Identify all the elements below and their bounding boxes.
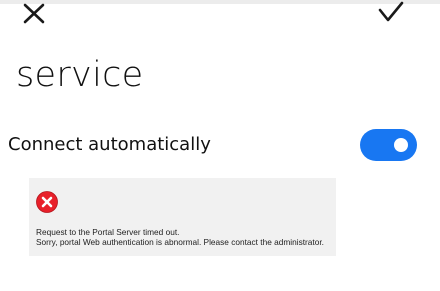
error-message-text: Request to the Portal Server timed out. …: [36, 227, 332, 247]
error-x-icon: [36, 191, 58, 213]
page-title: service: [16, 55, 144, 95]
confirm-button[interactable]: [372, 0, 410, 28]
auto-connect-label: Connect automatically: [8, 134, 211, 155]
checkmark-icon: [378, 1, 404, 22]
auto-connect-row[interactable]: Connect automatically: [0, 125, 440, 167]
error-line: Request to the Portal Server timed out.: [36, 227, 180, 237]
network-settings-page: service Connect automatically Request to…: [0, 0, 440, 291]
auto-connect-toggle[interactable]: [360, 129, 417, 161]
error-message-panel: Request to the Portal Server timed out. …: [29, 178, 336, 256]
toggle-knob: [394, 138, 408, 152]
error-line: Sorry, portal Web authentication is abno…: [36, 237, 324, 247]
close-icon: [23, 3, 45, 24]
close-button[interactable]: [18, 0, 50, 28]
